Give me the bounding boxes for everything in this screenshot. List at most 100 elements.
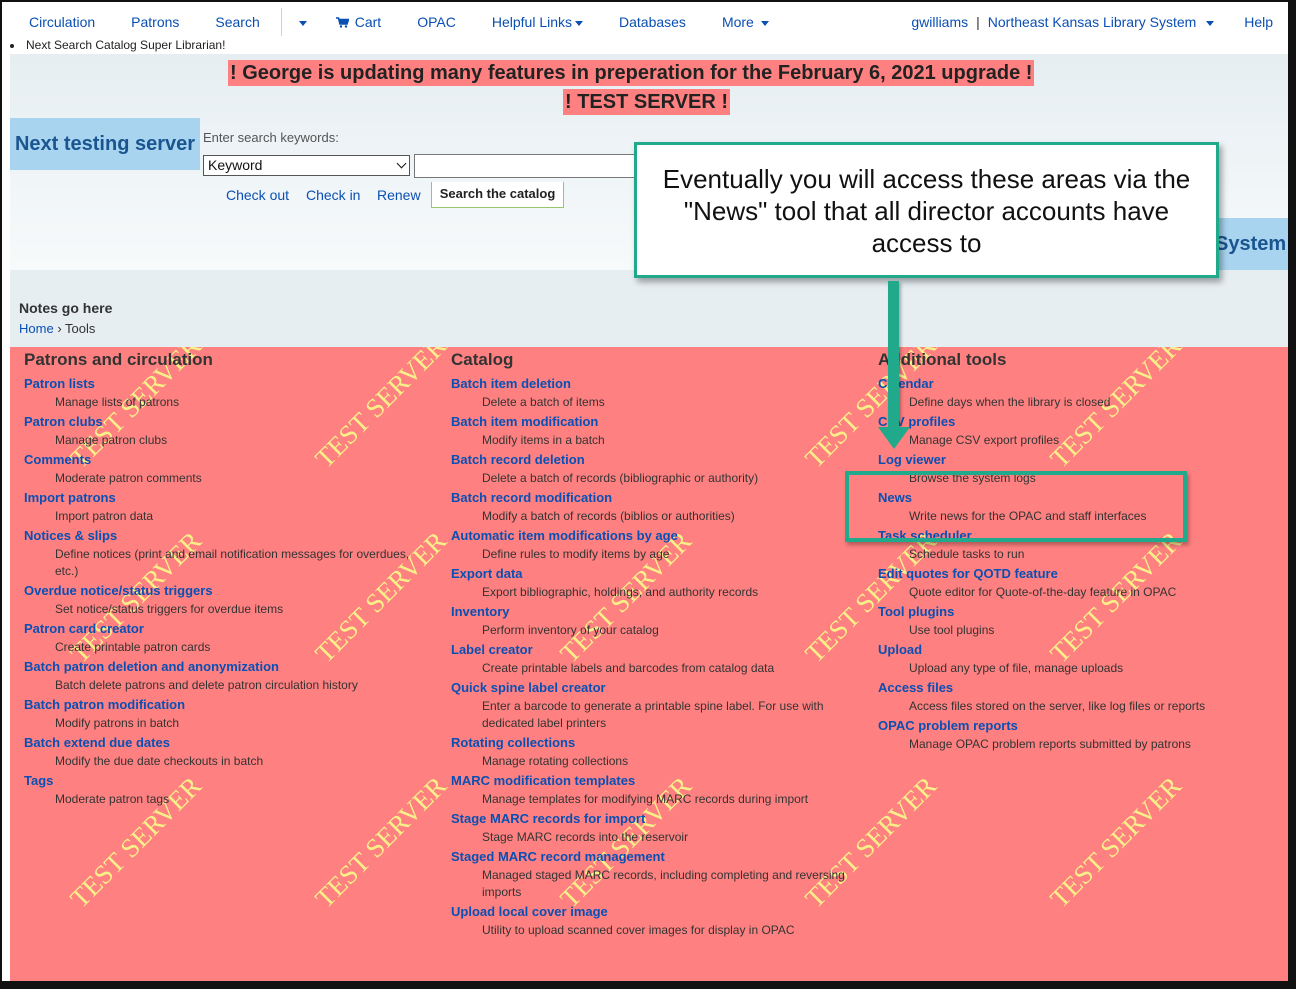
tool-link[interactable]: Notices & slips bbox=[24, 526, 424, 545]
library-name: Northeast Kansas Library System bbox=[987, 14, 1197, 30]
nav-opac[interactable]: OPAC bbox=[398, 14, 473, 30]
nav-cart[interactable]: Cart bbox=[317, 14, 398, 30]
chevron-down-icon bbox=[575, 20, 583, 26]
tool-link[interactable]: Export data bbox=[451, 564, 851, 583]
screenshot-frame: Circulation Patrons Search Cart OPAC Hel… bbox=[0, 0, 1296, 989]
tool-link[interactable]: Patron clubs bbox=[24, 412, 424, 431]
nav-help[interactable]: Help bbox=[1214, 14, 1288, 30]
staff-greeting-text: Next Search Catalog Super Librarian! bbox=[26, 38, 226, 52]
tool-link[interactable]: OPAC problem reports bbox=[878, 716, 1278, 735]
tool-description: Delete a batch of records (bibliographic… bbox=[482, 471, 759, 485]
tool-description: Use tool plugins bbox=[909, 623, 995, 637]
tool-link[interactable]: Comments bbox=[24, 450, 424, 469]
nav-circulation[interactable]: Circulation bbox=[10, 14, 112, 30]
tool-link[interactable]: Batch item modification bbox=[451, 412, 851, 431]
checkin-link[interactable]: Check in bbox=[306, 187, 360, 203]
tool-description: Access files stored on the server, like … bbox=[909, 699, 1206, 713]
nav-divider bbox=[280, 8, 282, 36]
tool-link[interactable]: Batch item deletion bbox=[451, 374, 851, 393]
checkout-link[interactable]: Check out bbox=[226, 187, 289, 203]
tool-link[interactable]: Batch extend due dates bbox=[24, 733, 424, 752]
search-dropdown-toggle[interactable] bbox=[286, 14, 317, 30]
nav-helpful-links[interactable]: Helpful Links bbox=[473, 14, 600, 30]
tool-description: Create printable labels and barcodes fro… bbox=[482, 661, 775, 675]
nav-databases[interactable]: Databases bbox=[600, 14, 703, 30]
cart-icon bbox=[335, 17, 349, 28]
annotation-callout: Eventually you will access these areas v… bbox=[634, 142, 1219, 278]
chevron-down-icon bbox=[1206, 20, 1215, 26]
nav-patrons[interactable]: Patrons bbox=[112, 14, 196, 30]
tool-description: Enter a barcode to generate a printable … bbox=[482, 699, 824, 730]
tool-description: Manage patron clubs bbox=[55, 433, 168, 447]
nav-helpful-links-label: Helpful Links bbox=[491, 14, 572, 30]
tool-link[interactable]: CSV profiles bbox=[878, 412, 1278, 431]
tool-link[interactable]: Batch patron modification bbox=[24, 695, 424, 714]
tool-link[interactable]: Tool plugins bbox=[878, 602, 1278, 621]
tool-link[interactable]: Inventory bbox=[451, 602, 851, 621]
tool-description: Modify items in a batch bbox=[482, 433, 605, 447]
nav-search[interactable]: Search bbox=[196, 14, 276, 30]
server-label: Next testing server bbox=[10, 118, 200, 170]
search-type-value: Keyword bbox=[208, 157, 263, 173]
annotation-arrow-shaft bbox=[888, 281, 899, 431]
breadcrumb-separator: › bbox=[57, 321, 62, 336]
tool-link[interactable]: Staged MARC record management bbox=[451, 847, 851, 866]
news-highlight-box bbox=[845, 471, 1187, 542]
tool-description: Define days when the library is closed bbox=[909, 395, 1111, 409]
tool-link[interactable]: Automatic item modifications by age bbox=[451, 526, 851, 545]
tool-link[interactable]: Patron lists bbox=[24, 374, 424, 393]
tool-link[interactable]: Patron card creator bbox=[24, 619, 424, 638]
search-label: Enter search keywords: bbox=[203, 130, 339, 145]
tool-link[interactable]: Access files bbox=[878, 678, 1278, 697]
breadcrumb: Home › Tools bbox=[19, 321, 95, 336]
tool-description: Modify patrons in batch bbox=[55, 716, 180, 730]
tool-link[interactable]: Overdue notice/status triggers bbox=[24, 581, 424, 600]
user-menu[interactable]: gwilliams bbox=[911, 14, 968, 30]
column-additional-tools: Additional tools Calendar Define days whe… bbox=[878, 349, 1278, 754]
tool-link[interactable]: Calendar bbox=[878, 374, 1278, 393]
tool-link[interactable]: Batch patron deletion and anonymization bbox=[24, 657, 424, 676]
nav-more[interactable]: More bbox=[703, 14, 786, 30]
bullet-icon bbox=[10, 43, 14, 48]
tool-link[interactable]: Quick spine label creator bbox=[451, 678, 851, 697]
tool-link[interactable]: Upload bbox=[878, 640, 1278, 659]
tool-link[interactable]: Rotating collections bbox=[451, 733, 851, 752]
tool-link[interactable]: Stage MARC records for import bbox=[451, 809, 851, 828]
tool-link[interactable]: Import patrons bbox=[24, 488, 424, 507]
search-type-select[interactable]: Keyword bbox=[203, 155, 410, 176]
tool-description: Create printable patron cards bbox=[55, 640, 211, 654]
tool-description: Modify a batch of records (biblios or au… bbox=[482, 509, 735, 523]
tool-description: Manage rotating collections bbox=[482, 754, 629, 768]
tool-description: Perform inventory of your catalog bbox=[482, 623, 659, 637]
top-navigation: Circulation Patrons Search Cart OPAC Hel… bbox=[10, 6, 1288, 38]
breadcrumb-home[interactable]: Home bbox=[19, 321, 54, 336]
column-patrons-circulation: Patrons and circulation Patron lists Mana… bbox=[24, 349, 424, 809]
tool-link[interactable]: Batch record deletion bbox=[451, 450, 851, 469]
tool-link[interactable]: Tags bbox=[24, 771, 424, 790]
renew-link[interactable]: Renew bbox=[377, 187, 421, 203]
nav-cart-label: Cart bbox=[354, 14, 382, 30]
column-heading: Additional tools bbox=[878, 350, 1007, 369]
tool-link[interactable]: Log viewer bbox=[878, 450, 1278, 469]
nav-more-label: More bbox=[721, 14, 754, 30]
upgrade-alert: ! George is updating many features in pr… bbox=[228, 60, 1035, 86]
tool-description: Moderate patron comments bbox=[55, 471, 202, 485]
tool-description: Quote editor for Quote-of-the-day featur… bbox=[909, 585, 1177, 599]
tool-description: Upload any type of file, manage uploads bbox=[909, 661, 1124, 675]
tool-list: Batch item deletion Delete a batch of ite… bbox=[451, 374, 851, 939]
tool-description: Manage CSV export profiles bbox=[909, 433, 1060, 447]
tool-link[interactable]: Label creator bbox=[451, 640, 851, 659]
tool-link[interactable]: MARC modification templates bbox=[451, 771, 851, 790]
tool-description: Batch delete patrons and delete patron c… bbox=[55, 678, 358, 692]
tool-description: Manage lists of patrons bbox=[55, 395, 180, 409]
column-heading: Catalog bbox=[451, 350, 514, 369]
nav-user-area: gwilliams | Northeast Kansas Library Sys… bbox=[911, 14, 1288, 30]
tool-link[interactable]: Upload local cover image bbox=[451, 902, 851, 921]
search-catalog-tab[interactable]: Search the catalog bbox=[431, 182, 564, 208]
tool-link[interactable]: Batch record modification bbox=[451, 488, 851, 507]
tool-link[interactable]: Edit quotes for QOTD feature bbox=[878, 564, 1278, 583]
tool-description: Export bibliographic, holdings, and auth… bbox=[482, 585, 759, 599]
search-input[interactable] bbox=[414, 154, 640, 178]
arrow-down-icon bbox=[878, 427, 910, 449]
library-selector[interactable]: Northeast Kansas Library System bbox=[987, 14, 1215, 30]
